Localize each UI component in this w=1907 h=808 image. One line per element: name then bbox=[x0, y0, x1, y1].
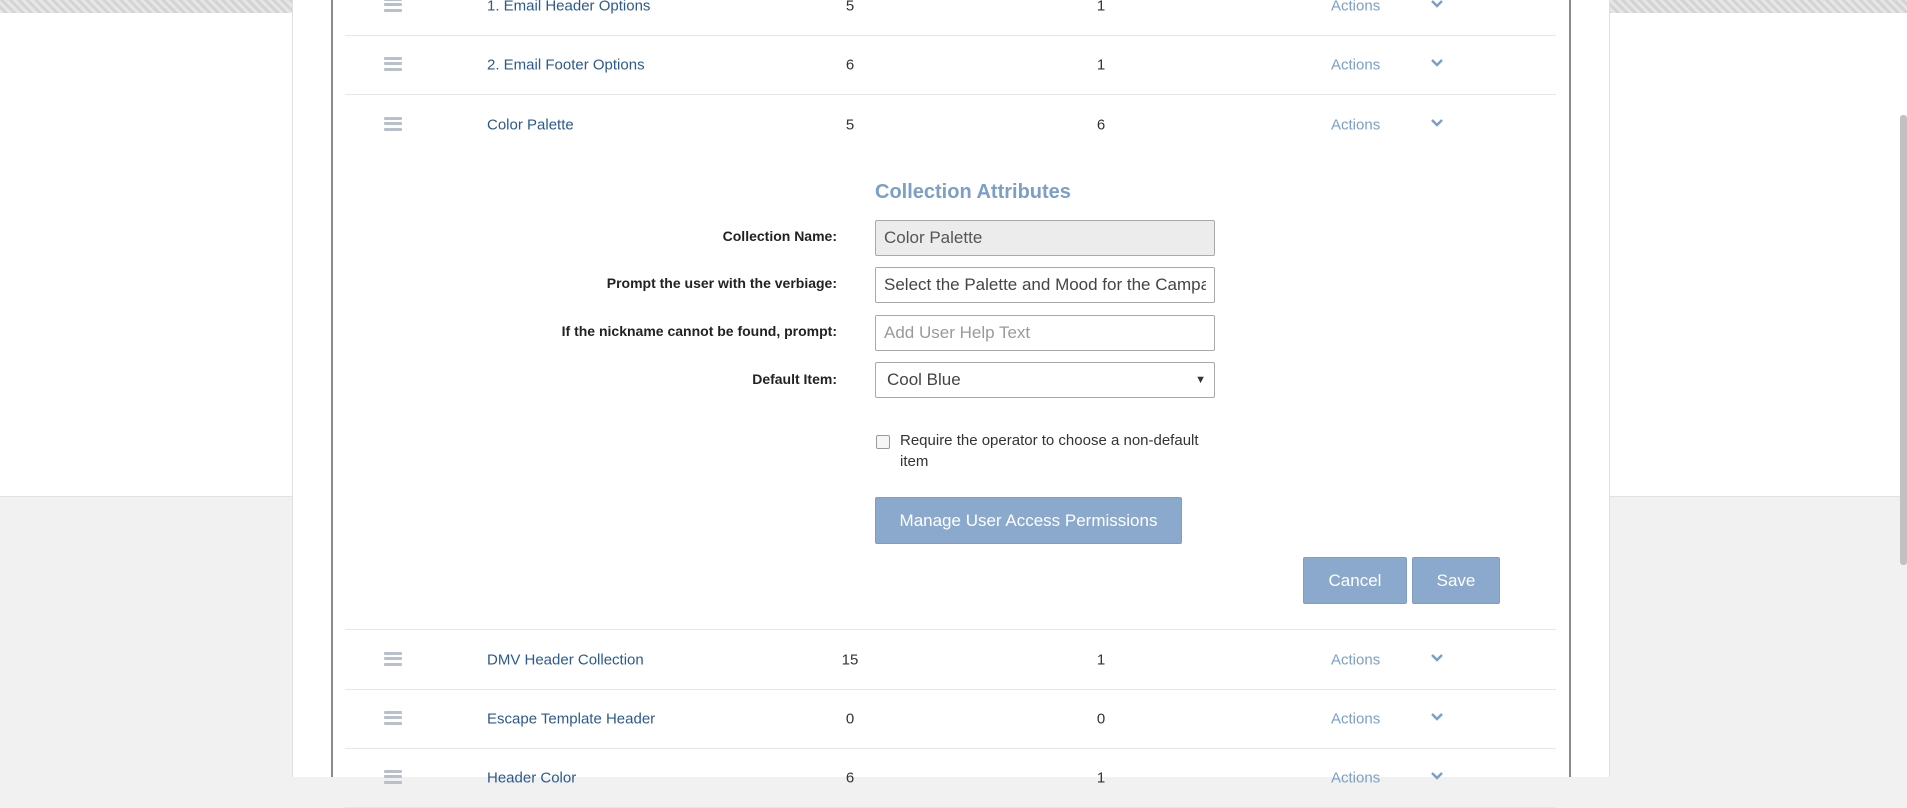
item-count: 6 bbox=[845, 56, 855, 73]
collection-name-label: Collection Name: bbox=[722, 228, 837, 244]
prompt-label: Prompt the user with the verbiage: bbox=[606, 275, 837, 291]
item-count: 0 bbox=[845, 710, 855, 727]
dropdown-arrow-icon: ▼ bbox=[1195, 374, 1206, 386]
item-count: 5 bbox=[845, 0, 855, 14]
default-item-value: Cool Blue bbox=[887, 370, 961, 389]
chevron-down-icon[interactable] bbox=[1430, 771, 1444, 781]
require-non-default-checkbox[interactable] bbox=[876, 435, 890, 449]
actions-link[interactable]: Actions bbox=[1331, 56, 1380, 73]
default-count: 6 bbox=[1096, 116, 1106, 133]
table-row: Escape Template Header 0 0 Actions bbox=[345, 689, 1556, 749]
chevron-down-icon[interactable] bbox=[1430, 712, 1444, 722]
default-count: 1 bbox=[1096, 769, 1106, 786]
drag-handle-icon[interactable] bbox=[384, 710, 402, 725]
collection-name-link[interactable]: Header Color bbox=[487, 769, 576, 786]
collection-name-link[interactable]: 1. Email Header Options bbox=[487, 0, 650, 14]
default-count: 1 bbox=[1096, 56, 1106, 73]
form-title: Collection Attributes bbox=[875, 181, 1071, 203]
actions-link[interactable]: Actions bbox=[1331, 116, 1380, 133]
cancel-button[interactable]: Cancel bbox=[1303, 557, 1407, 604]
drag-handle-icon[interactable] bbox=[384, 116, 402, 131]
table-row: 1. Email Header Options 5 1 Actions bbox=[345, 0, 1556, 36]
item-count: 5 bbox=[845, 116, 855, 133]
help-text-field[interactable] bbox=[875, 315, 1215, 351]
table-row: DMV Header Collection 15 1 Actions bbox=[345, 630, 1556, 690]
chevron-down-icon[interactable] bbox=[1430, 118, 1444, 128]
table-row-expanded: Color Palette 5 6 Actions bbox=[345, 95, 1556, 154]
item-count: 6 bbox=[845, 769, 855, 786]
table-row: Header Color 6 1 Actions bbox=[345, 748, 1556, 808]
chevron-down-icon[interactable] bbox=[1430, 0, 1444, 9]
default-count: 1 bbox=[1096, 651, 1106, 668]
drag-handle-icon[interactable] bbox=[384, 56, 402, 71]
default-item-select[interactable]: Cool Blue ▼ bbox=[875, 362, 1215, 398]
nickname-label: If the nickname cannot be found, prompt: bbox=[561, 323, 837, 339]
save-button[interactable]: Save bbox=[1412, 557, 1500, 604]
prompt-field[interactable] bbox=[875, 267, 1215, 303]
collection-name-field bbox=[875, 220, 1215, 256]
table-row: 2. Email Footer Options 6 1 Actions bbox=[345, 35, 1556, 95]
item-count: 15 bbox=[841, 651, 859, 668]
manage-user-access-button[interactable]: Manage User Access Permissions bbox=[875, 497, 1182, 544]
actions-link[interactable]: Actions bbox=[1331, 710, 1380, 727]
drag-handle-icon[interactable] bbox=[384, 651, 402, 666]
collection-name-link[interactable]: Escape Template Header bbox=[487, 710, 655, 727]
drag-handle-icon[interactable] bbox=[384, 0, 402, 12]
chevron-down-icon[interactable] bbox=[1430, 58, 1444, 68]
require-non-default-label: Require the operator to choose a non-def… bbox=[900, 432, 1199, 470]
chevron-down-icon[interactable] bbox=[1430, 653, 1444, 663]
actions-link[interactable]: Actions bbox=[1331, 0, 1380, 14]
default-item-label: Default Item: bbox=[752, 371, 837, 387]
actions-link[interactable]: Actions bbox=[1331, 769, 1380, 786]
actions-link[interactable]: Actions bbox=[1331, 651, 1380, 668]
default-count: 1 bbox=[1096, 0, 1106, 14]
collection-name-link[interactable]: Color Palette bbox=[487, 116, 574, 133]
collection-name-link[interactable]: DMV Header Collection bbox=[487, 651, 644, 668]
default-count: 0 bbox=[1096, 710, 1106, 727]
collection-name-link[interactable]: 2. Email Footer Options bbox=[487, 56, 645, 73]
page-scrollbar[interactable] bbox=[1900, 115, 1907, 565]
